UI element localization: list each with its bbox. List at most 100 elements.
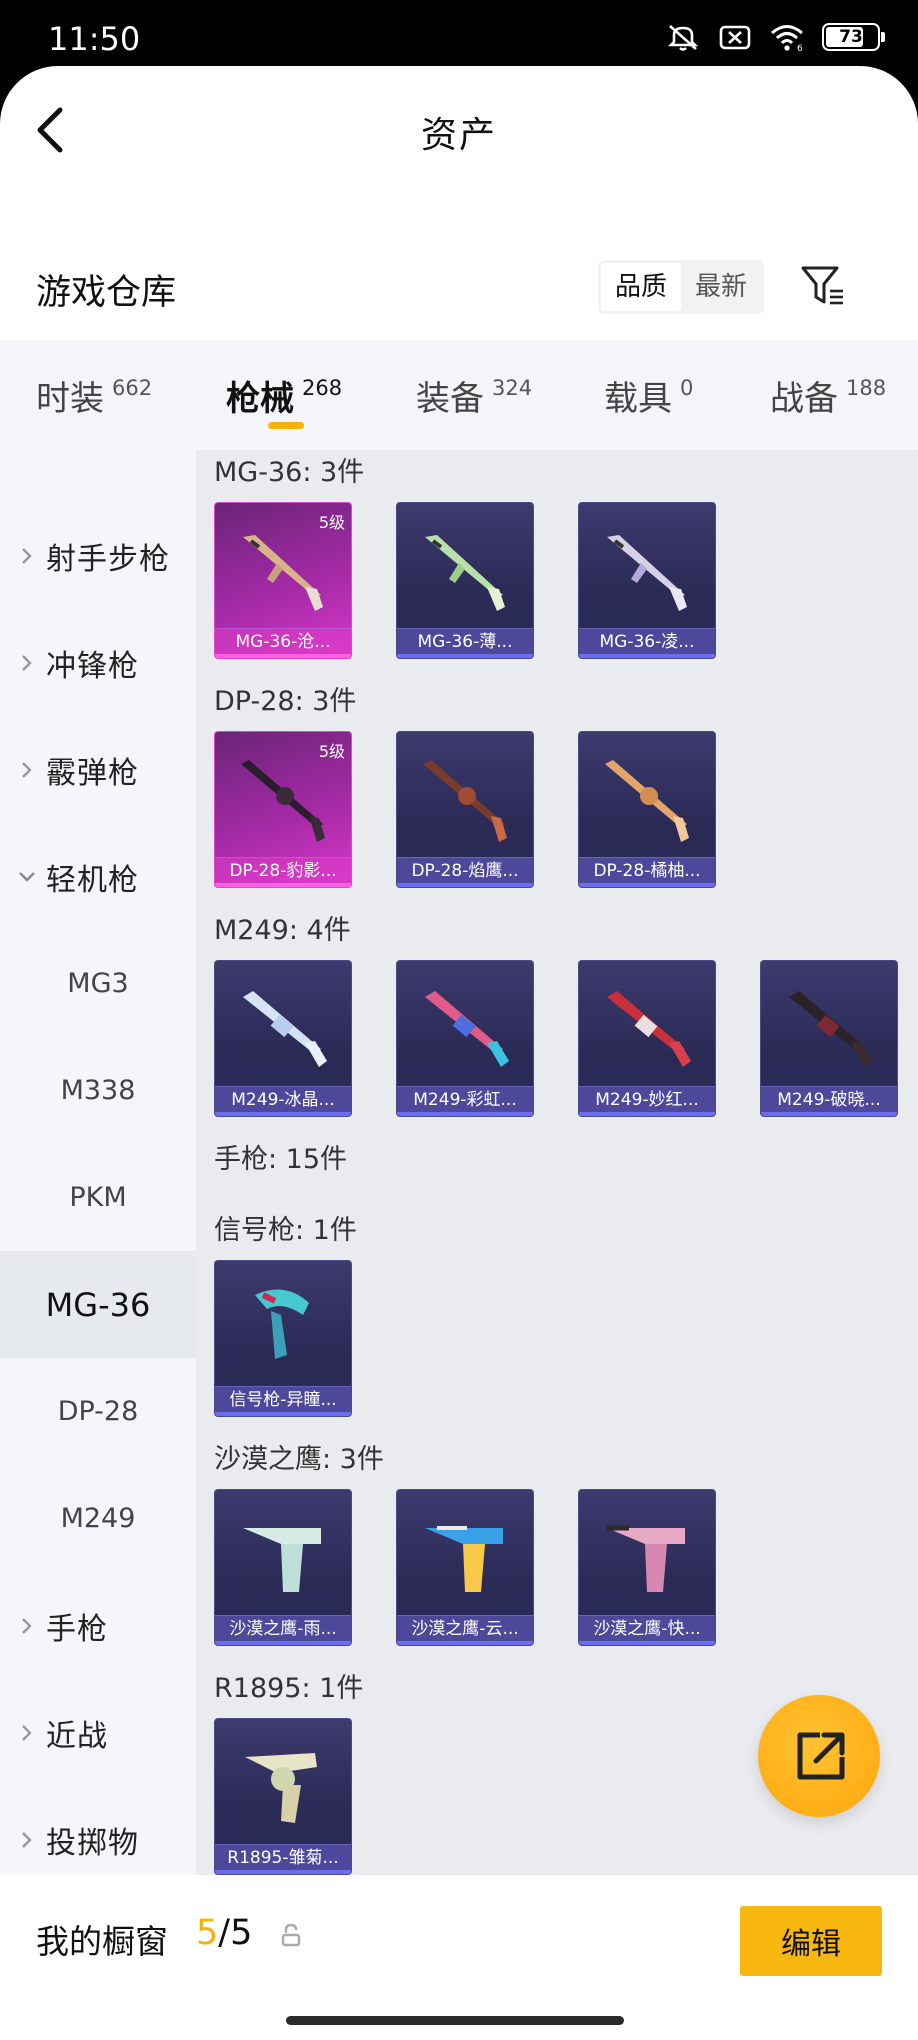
rarity-line	[579, 1112, 715, 1116]
item-name: MG-36-薄...	[417, 632, 513, 652]
rarity-line	[215, 1641, 351, 1645]
item-card[interactable]: 沙漠之鹰-快...	[578, 1489, 716, 1646]
sort-toggle: 品质 最新	[598, 260, 765, 314]
svg-text:6: 6	[797, 44, 803, 52]
item-name: M249-彩虹...	[413, 1090, 517, 1110]
rifle-icon	[789, 991, 873, 1067]
tab-weapons[interactable]: 枪械 268	[226, 340, 342, 450]
tab-count: 662	[112, 376, 153, 400]
showcase-current: 5	[196, 1913, 219, 1953]
sidebar-item-marksman-rifle[interactable]: 射手步枪	[0, 502, 196, 609]
tab-label: 时装	[36, 378, 104, 419]
no-sim-icon	[719, 25, 751, 50]
app-root: 11:50 6 73 资产 游戏仓库 品质 最新 时装 662 枪械 268 装备 3…	[0, 0, 918, 2040]
warehouse-title: 游戏仓库	[36, 273, 177, 313]
sidebar-item-label: 投掷物	[46, 1825, 139, 1861]
item-card[interactable]: M249-破晓...	[760, 960, 898, 1117]
sidebar-item-label: 轻机枪	[46, 862, 139, 898]
sidebar-item-label: MG3	[67, 968, 129, 999]
sidebar-item-smg[interactable]: 冲锋枪	[0, 609, 196, 716]
sidebar-item-label: DP-28	[57, 1396, 139, 1427]
sort-newest[interactable]: 最新	[681, 263, 761, 311]
status-bar: 11:50 6 73	[0, 0, 918, 72]
rarity-line	[761, 1112, 897, 1116]
sidebar-subitem-m249[interactable]: M249	[0, 1465, 196, 1572]
item-name: 沙漠之鹰-雨...	[229, 1619, 337, 1639]
sidebar-item-label: M338	[60, 1075, 136, 1106]
chevron-right-icon	[22, 548, 32, 564]
pistol-icon	[255, 1289, 309, 1359]
status-time: 11:50	[48, 20, 141, 58]
item-name: 沙漠之鹰-快...	[593, 1619, 701, 1639]
tab-label: 枪械	[226, 378, 294, 419]
item-card[interactable]: DP-28-焰鹰...	[396, 731, 534, 888]
tab-supplies[interactable]: 战备 188	[770, 340, 886, 450]
item-card[interactable]: R1895-雏菊...	[214, 1718, 352, 1875]
share-icon	[797, 1732, 845, 1780]
sidebar-item-label: MG-36	[45, 1285, 151, 1324]
item-card[interactable]: 沙漠之鹰-雨...	[214, 1489, 352, 1646]
sidebar-item-label: 霰弹枪	[46, 755, 139, 791]
share-button[interactable]	[758, 1695, 880, 1817]
sidebar-item-lmg[interactable]: 轻机枪	[0, 823, 196, 930]
item-card[interactable]: MG-36-薄...	[396, 502, 534, 659]
wifi-icon: 6	[771, 25, 803, 52]
sidebar-subitem-mg3[interactable]: MG3	[0, 930, 196, 1037]
group-title: 手枪: 15件	[214, 1144, 348, 1175]
tab-fashion[interactable]: 时装 662	[36, 340, 152, 450]
sidebar-item-label: 近战	[46, 1718, 108, 1754]
sidebar-subitem-m338[interactable]: M338	[0, 1037, 196, 1144]
item-name: M249-破晓...	[777, 1090, 881, 1110]
sidebar-item-label: M249	[60, 1503, 136, 1534]
battery-icon: 73	[822, 23, 885, 51]
group-title: R1895: 1件	[214, 1673, 364, 1704]
item-name: M249-妙红...	[595, 1090, 699, 1110]
item-card[interactable]: MG-36-凌...	[578, 502, 716, 659]
rarity-line	[397, 1112, 533, 1116]
item-card[interactable]: DP-28-橘柚...	[578, 731, 716, 888]
sidebar-subitem-dp28[interactable]: DP-28	[0, 1358, 196, 1465]
sidebar-subitem-mg36[interactable]: MG-36	[0, 1251, 196, 1358]
pistol-icon	[607, 1525, 685, 1592]
sidebar-item-label: PKM	[69, 1182, 127, 1213]
rifle-icon	[605, 760, 689, 842]
lock-icon	[281, 1923, 301, 1947]
pistol-icon	[243, 1528, 321, 1592]
group-title: 信号枪: 1件	[214, 1215, 357, 1246]
chevron-down-icon	[19, 872, 35, 882]
filter-icon[interactable]	[800, 264, 846, 308]
item-name: 信号枪-异瞳...	[229, 1390, 337, 1410]
item-card[interactable]: 信号枪-异瞳...	[214, 1260, 352, 1417]
item-level: 5级	[318, 513, 345, 532]
sidebar-item-shotgun[interactable]: 霰弹枪	[0, 716, 196, 823]
edit-button[interactable]: 编辑	[740, 1906, 882, 1976]
item-card[interactable]: M249-冰晶...	[214, 960, 352, 1117]
rifle-icon	[425, 535, 505, 611]
tab-equipment[interactable]: 装备 324	[416, 340, 532, 450]
sidebar-item-label: 射手步枪	[46, 541, 170, 577]
sidebar-subitem-pkm[interactable]: PKM	[0, 1144, 196, 1251]
group-title: M249: 4件	[214, 915, 351, 946]
item-card[interactable]: M249-妙红...	[578, 960, 716, 1117]
home-indicator[interactable]	[286, 2016, 624, 2025]
item-name: MG-36-沧...	[235, 632, 331, 652]
group-title: MG-36: 3件	[214, 457, 365, 488]
showcase-total: /5	[218, 1913, 253, 1953]
sidebar-item-melee[interactable]: 近战	[0, 1679, 196, 1786]
item-card[interactable]: 5级 DP-28-豹影...	[214, 731, 352, 888]
rarity-line	[579, 654, 715, 658]
rarity-line	[215, 1412, 351, 1416]
item-card[interactable]: 沙漠之鹰-云...	[396, 1489, 534, 1646]
rarity-line	[397, 654, 533, 658]
item-name: DP-28-焰鹰...	[411, 861, 519, 881]
rarity-line	[397, 1641, 533, 1645]
tab-vehicles[interactable]: 载具 0	[604, 340, 693, 450]
chevron-right-icon	[22, 655, 32, 671]
item-card[interactable]: M249-彩虹...	[396, 960, 534, 1117]
sort-quality[interactable]: 品质	[601, 263, 682, 311]
item-name: DP-28-橘柚...	[593, 861, 701, 881]
rarity-line	[215, 1112, 351, 1116]
chevron-right-icon	[22, 1618, 32, 1634]
item-card[interactable]: 5级 MG-36-沧...	[214, 502, 352, 659]
sidebar-item-pistol[interactable]: 手枪	[0, 1572, 196, 1679]
